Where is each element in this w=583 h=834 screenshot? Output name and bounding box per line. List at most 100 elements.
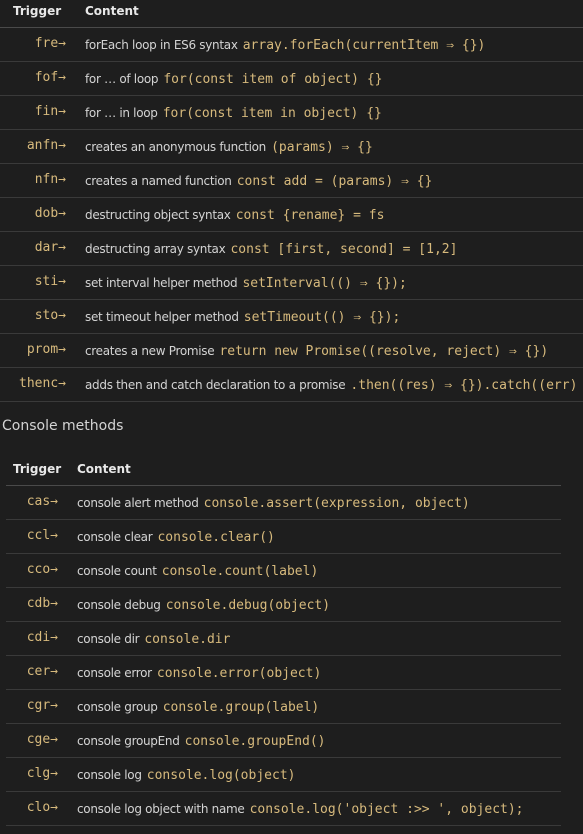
code-snippet: console.clear() [157,530,275,545]
description-text: for … of loop [85,72,159,86]
content-cell: console log object with name console.log… [77,791,561,825]
content-cell: for … of loop for(const item of object) … [85,61,583,95]
description-text: forEach loop in ES6 syntax [85,38,238,52]
content-cell: creates a new Promise return new Promise… [85,333,583,367]
table-row: dob→ destructing object syntax const {ren… [0,197,583,232]
content-cell: console alert method console.assert(expr… [77,485,561,519]
code-snippet: console.assert(expression, object) [203,496,470,511]
description-text: creates a new Promise [85,344,215,358]
trigger-cell: dob→ [34,206,66,221]
table-row: fre→ forEach loop in ES6 syntax array.for… [0,27,583,62]
trigger-cell: cdi→ [26,630,58,645]
trigger-cell: fin→ [34,104,66,119]
trigger-cell: thenc→ [19,376,66,391]
description-text: console error [77,666,152,680]
description-text: console debug [77,598,161,612]
trigger-column-header: Trigger [13,462,62,476]
content-cell: set interval helper method setInterval((… [85,265,583,299]
trigger-cell: anfn→ [26,138,66,153]
table-row: cco→ console count console.count(label) [6,553,561,588]
content-cell: adds then and catch declaration to a pro… [85,367,583,401]
table-row: thenc→ adds then and catch declaration to… [0,367,583,402]
code-snippet: .then((res) ⇒ {}).catch((err) ⇒ {}) [350,378,583,393]
content-column-header: Content [77,462,131,476]
trigger-cell: ccl→ [26,528,58,543]
code-snippet: console.debug(object) [165,598,331,613]
code-snippet: console.dir [144,632,231,647]
trigger-cell: cgr→ [26,698,58,713]
code-snippet: for(const item in object) {} [162,106,382,121]
table-row: sto→ set timeout helper method setTimeout… [0,299,583,334]
content-cell: creates an anonymous function (params) ⇒… [85,129,583,163]
table-row: sti→ set interval helper method setInterv… [0,265,583,300]
trigger-cell: fof→ [34,70,66,85]
content-cell: forEach loop in ES6 syntax array.forEach… [85,27,583,61]
content-cell: destructing object syntax const {rename}… [85,197,583,231]
trigger-cell: cge→ [26,732,58,747]
code-snippet: console.log(object) [146,768,296,783]
table-row: cas→ console alert method console.assert(… [6,485,561,520]
section-heading-console-methods: Console methods [2,418,124,434]
code-snippet: console.groupEnd() [184,734,326,749]
trigger-cell: nfn→ [34,172,66,187]
description-text: console log object with name [77,802,245,816]
content-cell: creates a named function const add = (pa… [85,163,583,197]
trigger-cell: cco→ [26,562,58,577]
description-text: console group [77,700,158,714]
description-text: destructing object syntax [85,208,231,222]
table-row: prom→ creates a new Promise return new Pr… [0,333,583,368]
trigger-cell: prom→ [26,342,66,357]
code-snippet: console.error(object) [156,666,322,681]
table-row: cge→ console groupEnd console.groupEnd() [6,723,561,758]
table-row: clg→ console log console.log(object) [6,757,561,792]
code-snippet: array.forEach(currentItem ⇒ {}) [242,38,486,53]
description-text: console alert method [77,496,199,510]
description-text: set interval helper method [85,276,238,290]
content-cell: console clear console.clear() [77,519,561,553]
content-cell: console count console.count(label) [77,553,561,587]
description-text: console log [77,768,142,782]
code-snippet: const {rename} = fs [235,208,385,223]
table-row: cdb→ console debug console.debug(object) [6,587,561,622]
trigger-cell: sti→ [34,274,66,289]
trigger-cell: dar→ [34,240,66,255]
table-row: cgr→ console group console.group(label) [6,689,561,724]
table-row: fof→ for … of loop for(const item of obje… [0,61,583,96]
content-cell: console error console.error(object) [77,655,561,689]
code-snippet: console.count(label) [161,564,319,579]
description-text: set timeout helper method [85,310,239,324]
table-row: nfn→ creates a named function const add =… [0,163,583,198]
description-text: creates an anonymous function [85,140,266,154]
description-text: console groupEnd [77,734,180,748]
code-snippet: setInterval(() ⇒ {}); [242,276,407,291]
code-snippet: return new Promise((resolve, reject) ⇒ {… [219,344,549,359]
content-cell: console debug console.debug(object) [77,587,561,621]
description-text: console clear [77,530,153,544]
code-snippet: const add = (params) ⇒ {} [236,174,433,189]
trigger-cell: cas→ [26,494,58,509]
content-cell: console log console.log(object) [77,757,561,791]
trigger-cell: cdb→ [26,596,58,611]
table-row: anfn→ creates an anonymous function (para… [0,129,583,164]
code-snippet: (params) ⇒ {} [271,140,373,155]
trigger-cell: clo→ [26,800,58,815]
content-cell: console group console.group(label) [77,689,561,723]
content-cell: destructing array syntax const [first, s… [85,231,583,265]
trigger-cell: fre→ [34,36,66,51]
description-text: destructing array syntax [85,242,226,256]
trigger-column-header: Trigger [13,4,62,18]
content-cell: console groupEnd console.groupEnd() [77,723,561,757]
table-row: cer→ console error console.error(object) [6,655,561,690]
code-snippet: console.group(label) [162,700,320,715]
table-row: fin→ for … in loop for(const item in obje… [0,95,583,130]
description-text: for … in loop [85,106,158,120]
content-cell: for … in loop for(const item in object) … [85,95,583,129]
description-text: console dir [77,632,140,646]
code-snippet: for(const item of object) {} [163,72,383,87]
code-snippet: const [first, second] = [1,2] [230,242,458,257]
trigger-cell: clg→ [26,766,58,781]
table-row: ccl→ console clear console.clear() [6,519,561,554]
table-row: dar→ destructing array syntax const [firs… [0,231,583,266]
content-column-header: Content [85,4,139,18]
content-cell: console dir console.dir [77,621,561,655]
